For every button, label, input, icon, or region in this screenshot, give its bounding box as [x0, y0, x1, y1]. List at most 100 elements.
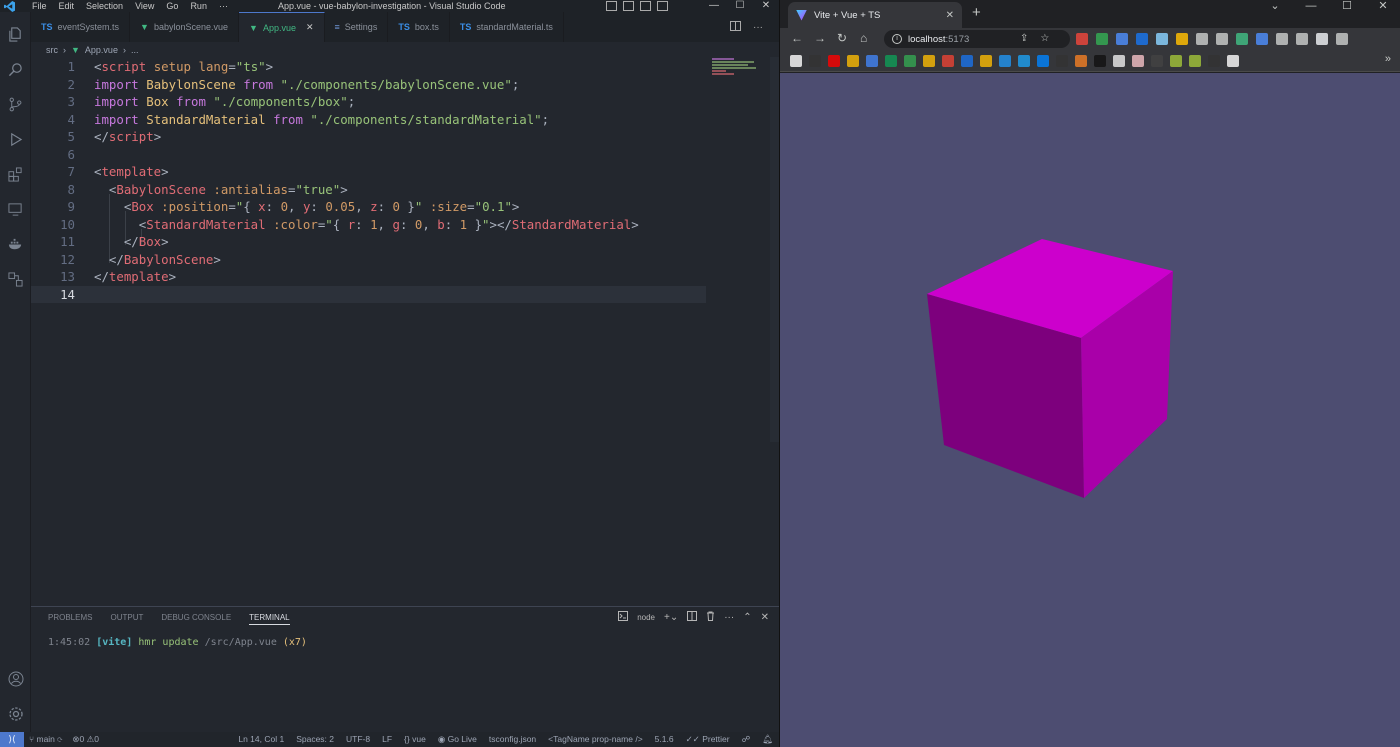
- bookmark-icon[interactable]: [1037, 55, 1049, 67]
- bookmark-icon[interactable]: [809, 55, 821, 67]
- tagname-status[interactable]: <TagName prop-name />: [548, 734, 643, 745]
- run-debug-icon[interactable]: [7, 131, 24, 148]
- line-ending[interactable]: LF: [382, 734, 392, 745]
- home-icon[interactable]: ⌂: [860, 31, 867, 45]
- maximize-button[interactable]: ☐: [1329, 0, 1365, 12]
- forward-icon[interactable]: →: [814, 31, 826, 45]
- more-actions-icon[interactable]: ···: [753, 22, 763, 33]
- babylon-canvas[interactable]: [780, 73, 1400, 747]
- breadcrumb-file[interactable]: App.vue: [85, 45, 118, 55]
- bookmark-icon[interactable]: [923, 55, 935, 67]
- code-line[interactable]: 7 <template>: [31, 163, 706, 181]
- minimap[interactable]: [712, 58, 762, 78]
- docker-icon[interactable]: [7, 236, 24, 253]
- extension-icon[interactable]: [1076, 33, 1088, 45]
- panel-tab-terminal[interactable]: TERMINAL: [249, 613, 290, 625]
- bookmark-icon[interactable]: [1094, 55, 1106, 67]
- menu-item[interactable]: Go: [160, 0, 184, 12]
- problems-status[interactable]: ⊗0 ⚠0: [72, 734, 99, 745]
- extensions-icon[interactable]: [7, 166, 24, 183]
- minimize-button[interactable]: —: [701, 0, 727, 12]
- bookmark-icon[interactable]: [1056, 55, 1068, 67]
- menu-item[interactable]: Run: [184, 0, 213, 12]
- minimize-button[interactable]: —: [1293, 0, 1329, 12]
- code-line[interactable]: 9 <Box :position="{ x: 0, y: 0.05, z: 0 …: [31, 198, 706, 216]
- go-live[interactable]: ◉ Go Live: [438, 734, 477, 745]
- prettier-status[interactable]: ✓✓ Prettier: [686, 734, 730, 745]
- code-line[interactable]: 14: [31, 285, 706, 303]
- bookmark-icon[interactable]: [942, 55, 954, 67]
- menu-item[interactable]: View: [129, 0, 160, 12]
- bookmark-icon[interactable]: [961, 55, 973, 67]
- maximize-button[interactable]: ☐: [727, 0, 753, 12]
- extension-icon[interactable]: [1156, 33, 1168, 45]
- extension-icon[interactable]: [1136, 33, 1148, 45]
- accounts-icon[interactable]: [7, 670, 24, 687]
- editor-tab[interactable]: TS eventSystem.ts: [31, 12, 131, 42]
- bookmark-icon[interactable]: [847, 55, 859, 67]
- site-info-icon[interactable]: i: [892, 34, 902, 44]
- menu-item[interactable]: Edit: [53, 0, 81, 12]
- toggle-secondary-sidebar-icon[interactable]: [640, 1, 651, 11]
- close-panel-icon[interactable]: ✕: [761, 612, 769, 623]
- bookmark-star-icon[interactable]: ☆: [1040, 30, 1049, 48]
- editor-scrollbar[interactable]: [770, 57, 779, 442]
- editor-tab[interactable]: ▼ App.vue ✕: [239, 12, 325, 42]
- feedback-icon[interactable]: ☍: [742, 734, 751, 745]
- bookmark-icon[interactable]: [1151, 55, 1163, 67]
- editor-tab[interactable]: TS standardMaterial.ts: [450, 12, 564, 42]
- bookmark-icon[interactable]: [1113, 55, 1125, 67]
- ts-version[interactable]: 5.1.6: [655, 734, 674, 745]
- extension-icon[interactable]: [1336, 33, 1348, 45]
- git-branch[interactable]: ⑂ main ⟳: [29, 734, 62, 745]
- extension-icon[interactable]: [1196, 33, 1208, 45]
- bookmark-icon[interactable]: [1132, 55, 1144, 67]
- menu-item[interactable]: File: [26, 0, 53, 12]
- code-line[interactable]: 1 <script setup lang="ts">: [31, 58, 706, 76]
- bookmark-icon[interactable]: [866, 55, 878, 67]
- trash-icon[interactable]: [706, 611, 715, 624]
- code-line[interactable]: 13 </template>: [31, 268, 706, 286]
- editor-tab[interactable]: TS box.ts: [388, 12, 450, 42]
- code-line[interactable]: 5 </script>: [31, 128, 706, 146]
- extension-icon[interactable]: [1096, 33, 1108, 45]
- panel-tab-debug-console[interactable]: DEBUG CONSOLE: [161, 613, 231, 625]
- split-editor-icon[interactable]: [730, 20, 741, 34]
- code-line[interactable]: 10 <StandardMaterial :color="{ r: 1, g: …: [31, 216, 706, 234]
- bookmark-icon[interactable]: [980, 55, 992, 67]
- page-viewport[interactable]: [780, 73, 1400, 747]
- split-terminal-icon[interactable]: [687, 611, 698, 624]
- cursor-position[interactable]: Ln 14, Col 1: [238, 734, 284, 745]
- code-line[interactable]: 12 </BabylonScene>: [31, 251, 706, 269]
- panel-tab-problems[interactable]: PROBLEMS: [48, 613, 92, 625]
- notifications-icon[interactable]: 🔔︎: [762, 734, 773, 745]
- remote-explorer-icon[interactable]: [7, 201, 24, 218]
- settings-gear-icon[interactable]: [7, 705, 24, 722]
- bookmark-icon[interactable]: [999, 55, 1011, 67]
- close-tab-icon[interactable]: ✕: [946, 10, 954, 21]
- close-button[interactable]: ✕: [753, 0, 779, 12]
- encoding[interactable]: UTF-8: [346, 734, 370, 745]
- tab-search-icon[interactable]: ⌄: [1257, 0, 1293, 12]
- menu-item[interactable]: ···: [213, 0, 234, 12]
- panel-tab-output[interactable]: OUTPUT: [110, 613, 143, 625]
- code-line[interactable]: 11 </Box>: [31, 233, 706, 251]
- share-icon[interactable]: ⇪: [1020, 30, 1028, 48]
- extension-icon[interactable]: [1116, 33, 1128, 45]
- back-icon[interactable]: ←: [791, 31, 803, 45]
- explorer-icon[interactable]: [7, 26, 24, 43]
- extension-icon[interactable]: [1276, 33, 1288, 45]
- extension-view-icon[interactable]: [7, 271, 24, 288]
- bookmark-icon[interactable]: [1208, 55, 1220, 67]
- browser-tab[interactable]: Vite + Vue + TS ✕: [788, 2, 962, 28]
- more-actions-icon[interactable]: ···: [724, 612, 734, 623]
- maximize-panel-icon[interactable]: ⌃: [743, 612, 751, 623]
- source-control-icon[interactable]: [7, 96, 24, 113]
- bookmark-icon[interactable]: [1170, 55, 1182, 67]
- bookmark-icon[interactable]: [1227, 55, 1239, 67]
- bookmark-icon[interactable]: [1189, 55, 1201, 67]
- breadcrumb-folder[interactable]: src: [46, 45, 58, 55]
- extension-icon[interactable]: [1176, 33, 1188, 45]
- extension-icon[interactable]: [1236, 33, 1248, 45]
- close-button[interactable]: ✕: [1365, 0, 1400, 12]
